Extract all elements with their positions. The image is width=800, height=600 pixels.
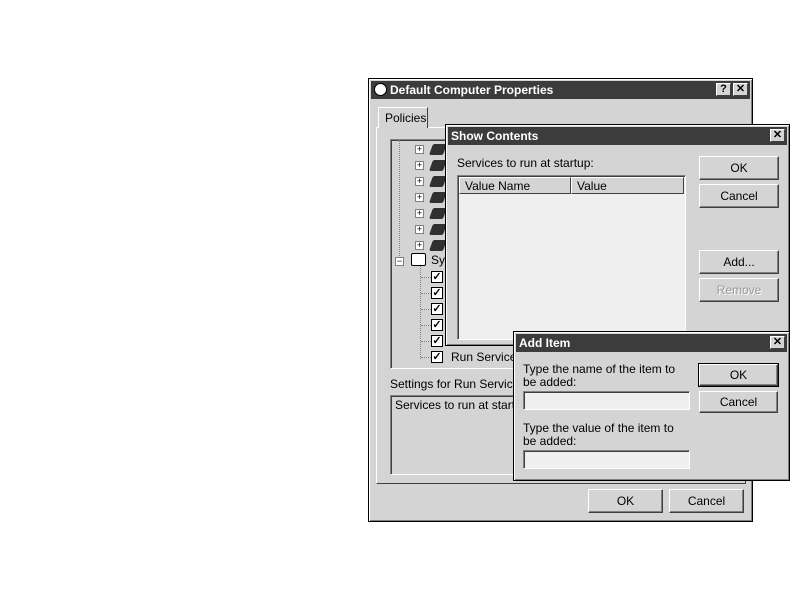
name-prompt-label: Type the name of the item to be added: (523, 362, 676, 389)
help-button[interactable]: ? (716, 83, 731, 96)
tree-line (421, 309, 431, 310)
add-item-title: Add Item (519, 336, 571, 350)
value-prompt-label: Type the value of the item to be added: (523, 421, 674, 448)
item-value-input[interactable] (523, 450, 690, 469)
add-item-title-bar[interactable]: Add Item ✕ (516, 334, 787, 352)
expand-icon[interactable]: + (415, 241, 424, 250)
tree-line (421, 325, 431, 326)
tree-item-run-services[interactable]: Run Services (451, 350, 522, 364)
expand-icon[interactable]: + (415, 177, 424, 186)
show-contents-cancel-button[interactable]: Cancel (699, 184, 779, 208)
tree-system-label[interactable]: Sy (431, 253, 445, 267)
values-list[interactable]: Value Name Value (457, 175, 686, 340)
tree-line (399, 140, 400, 260)
show-contents-title-bar[interactable]: Show Contents ✕ (448, 127, 787, 145)
app-icon (374, 83, 387, 96)
add-item-cancel-button[interactable]: Cancel (699, 391, 778, 413)
settings-description: Services to run at startup (395, 398, 529, 412)
close-button[interactable]: ✕ (733, 83, 748, 96)
main-window-title: Default Computer Properties (390, 83, 554, 97)
tree-line (421, 277, 431, 278)
add-button[interactable]: Add... (699, 250, 779, 274)
policy-checkbox[interactable]: ✓ (431, 319, 443, 331)
show-contents-description: Services to run at startup: (457, 156, 594, 170)
show-contents-title: Show Contents (451, 129, 539, 143)
policy-checkbox[interactable]: ✓ (431, 335, 443, 347)
tree-line (420, 266, 421, 359)
show-contents-dialog: Show Contents ✕ Services to run at start… (445, 124, 790, 346)
settings-box: Services to run at startup (390, 395, 528, 475)
open-book-icon (411, 253, 426, 266)
settings-label: Settings for Run Services (390, 377, 526, 391)
expand-icon[interactable]: + (415, 145, 424, 154)
add-item-ok-button[interactable]: OK (698, 363, 779, 387)
show-contents-close-button[interactable]: ✕ (770, 129, 785, 142)
column-header-value[interactable]: Value (571, 177, 684, 194)
tab-policies-label: Policies (385, 111, 427, 125)
run-services-checkbox[interactable]: ✓ (431, 351, 443, 363)
remove-button[interactable]: Remove (699, 278, 779, 302)
expand-icon[interactable]: + (415, 225, 424, 234)
add-item-dialog: Add Item ✕ Type the name of the item to … (513, 331, 790, 481)
column-header-value-label: Value (577, 179, 607, 193)
column-header-value-name-label: Value Name (465, 179, 531, 193)
main-ok-button[interactable]: OK (588, 489, 663, 513)
policy-checkbox[interactable]: ✓ (431, 287, 443, 299)
tab-policies[interactable]: Policies (378, 107, 428, 128)
collapse-icon[interactable]: − (395, 257, 404, 266)
tree-line (421, 293, 431, 294)
main-cancel-button[interactable]: Cancel (669, 489, 744, 513)
tree-line (421, 341, 431, 342)
column-header-value-name[interactable]: Value Name (459, 177, 571, 194)
item-name-input[interactable] (523, 391, 690, 410)
add-item-close-button[interactable]: ✕ (770, 336, 785, 349)
policy-checkbox[interactable]: ✓ (431, 303, 443, 315)
show-contents-ok-button[interactable]: OK (699, 156, 779, 180)
expand-icon[interactable]: + (415, 209, 424, 218)
expand-icon[interactable]: + (415, 161, 424, 170)
tree-line (421, 357, 431, 358)
expand-icon[interactable]: + (415, 193, 424, 202)
policy-checkbox[interactable]: ✓ (431, 271, 443, 283)
main-title-bar[interactable]: Default Computer Properties ? ✕ (371, 81, 750, 99)
